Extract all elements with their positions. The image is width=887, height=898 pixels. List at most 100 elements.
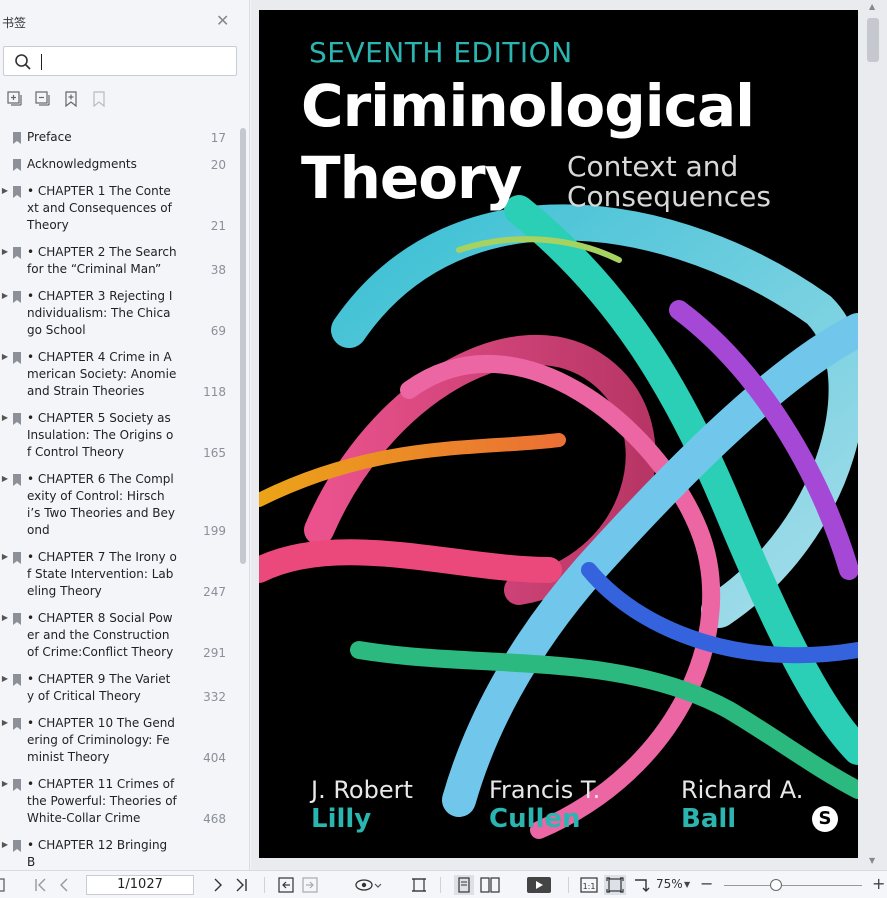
fit-page-icon[interactable] [604, 875, 626, 895]
bookmark-label: • CHAPTER 3 Rejecting Individualism: The… [27, 289, 173, 337]
bookmark-item[interactable]: ▶ • CHAPTER 7 The Irony of State Interve… [0, 544, 236, 605]
bookmark-panel-title: 书签 [2, 16, 27, 30]
bookmark-item[interactable]: Acknowledgments 20 [0, 151, 236, 178]
bookmark-item[interactable]: ▶ • CHAPTER 6 The Complexity of Control:… [0, 466, 236, 544]
page-number-input[interactable]: 1/1027 [86, 875, 194, 895]
status-bar: 1/1027 1:1 75% ▼ − + [0, 870, 887, 898]
bookmark-label: • CHAPTER 8 Social Power and the Constru… [27, 611, 174, 659]
bookmark-label: • CHAPTER 4 Crime in American Society: A… [27, 350, 177, 398]
actual-size-icon[interactable]: 1:1 [580, 876, 598, 894]
last-page-icon[interactable] [234, 876, 248, 894]
bookmark-page: 21 [210, 219, 226, 233]
bookmark-page: 404 [203, 751, 226, 765]
text-caret [41, 54, 42, 70]
bookmark-item[interactable]: ▶ • CHAPTER 8 Social Power and the Const… [0, 605, 236, 666]
bookmark-icon [13, 718, 21, 730]
bookmark-icon [13, 413, 21, 425]
document-view: SEVENTH EDITION Criminological Theory Co… [251, 0, 887, 870]
bookmark-search-box[interactable] [3, 46, 237, 76]
toggle-sidebar-icon[interactable] [0, 876, 6, 894]
next-page-icon[interactable] [212, 876, 224, 894]
author-first-name: J. Robert [311, 776, 413, 804]
bookmark-panel-header: 书签 ✕ [0, 0, 249, 40]
remove-bookmark-icon[interactable] [90, 90, 108, 108]
bookmark-label: • CHAPTER 5 Society as Insulation: The O… [27, 411, 174, 459]
bookmark-item[interactable]: ▶ • CHAPTER 12 Bringing B [0, 832, 236, 870]
bookmark-icon [13, 840, 21, 852]
two-page-icon[interactable] [480, 876, 500, 894]
expand-arrow-icon[interactable]: ▶ [0, 183, 10, 234]
bookmark-page: 20 [210, 158, 226, 172]
play-slideshow-icon[interactable] [526, 876, 552, 894]
bookmark-icon [13, 247, 21, 259]
bookmark-scrollbar[interactable] [240, 128, 246, 564]
expand-arrow-placeholder [0, 129, 10, 146]
expand-arrow-icon[interactable]: ▶ [0, 349, 10, 400]
toolbar-separator [440, 877, 441, 893]
bookmark-icon [13, 613, 21, 625]
collapse-all-icon[interactable] [34, 90, 52, 108]
bookmark-page: 247 [203, 585, 226, 599]
expand-arrow-icon[interactable]: ▶ [0, 549, 10, 600]
zoom-out-icon[interactable]: − [700, 874, 713, 893]
single-page-icon[interactable] [454, 875, 474, 895]
bookmark-label: Preface [27, 130, 72, 144]
expand-arrow-icon[interactable]: ▶ [0, 837, 10, 870]
bookmark-item[interactable]: ▶ • CHAPTER 1 The Context and Consequenc… [0, 178, 236, 239]
bookmark-icon [13, 552, 21, 564]
bookmark-item[interactable]: ▶ • CHAPTER 11 Crimes of the Powerful: T… [0, 771, 236, 832]
back-view-icon[interactable] [278, 876, 294, 894]
bookmark-icon [13, 779, 21, 791]
bookmark-item[interactable]: ▶ • CHAPTER 9 The Variety of Critical Th… [0, 666, 236, 710]
zoom-in-icon[interactable]: + [872, 874, 885, 893]
bookmark-icon [13, 474, 21, 486]
bookmark-item[interactable]: ▶ • CHAPTER 3 Rejecting Individualism: T… [0, 283, 236, 344]
expand-arrow-icon[interactable]: ▶ [0, 776, 10, 827]
zoom-slider-track[interactable] [724, 885, 862, 886]
zoom-slider-knob[interactable] [770, 879, 783, 891]
bookmark-label: • CHAPTER 9 The Variety of Critical Theo… [27, 672, 171, 703]
bookmark-item[interactable]: ▶ • CHAPTER 4 Crime in American Society:… [0, 344, 236, 405]
scroll-down-arrow-icon[interactable]: ▼ [869, 856, 875, 865]
expand-arrow-icon[interactable]: ▶ [0, 410, 10, 461]
bookmark-icon [13, 674, 21, 686]
bookmark-item[interactable]: ▶ • CHAPTER 10 The Gendering of Criminol… [0, 710, 236, 771]
scroll-up-arrow-icon[interactable]: ▲ [869, 2, 875, 11]
add-bookmark-icon[interactable] [62, 90, 80, 108]
author-3: Richard A. Ball [681, 776, 803, 834]
bookmark-icon [13, 186, 21, 198]
author-2: Francis T. Cullen [489, 776, 600, 834]
bookmark-item[interactable]: ▶ • CHAPTER 2 The Search for the “Crimin… [0, 239, 236, 283]
close-icon[interactable]: ✕ [216, 12, 229, 30]
document-scrollbar[interactable] [867, 18, 879, 62]
expand-arrow-icon[interactable]: ▶ [0, 244, 10, 278]
expand-arrow-icon[interactable]: ▶ [0, 715, 10, 766]
bookmark-page: 69 [210, 324, 226, 338]
expand-arrow-icon[interactable]: ▶ [0, 288, 10, 339]
zoom-dropdown-chevron-icon[interactable]: ▼ [684, 880, 690, 898]
author-last-name: Cullen [489, 804, 581, 834]
author-last-name: Ball [681, 804, 737, 834]
bookmark-icon [13, 291, 21, 303]
first-page-icon[interactable] [34, 876, 48, 894]
bookmark-icon [13, 352, 21, 364]
reading-mode-icon[interactable] [354, 876, 384, 894]
forward-view-icon[interactable] [302, 876, 318, 894]
expand-arrow-icon[interactable]: ▶ [0, 671, 10, 705]
bookmark-page: 291 [203, 646, 226, 660]
zoom-level[interactable]: 75% [656, 877, 683, 891]
fit-width-icon[interactable] [410, 876, 428, 894]
bookmark-item[interactable]: ▶ • CHAPTER 5 Society as Insulation: The… [0, 405, 236, 466]
book-subtitle-line1: Context and [567, 150, 739, 183]
bookmark-label: • CHAPTER 2 The Search for the “Criminal… [27, 245, 177, 276]
expand-arrow-icon[interactable]: ▶ [0, 610, 10, 661]
previous-page-icon[interactable] [58, 876, 70, 894]
expand-arrow-icon[interactable]: ▶ [0, 471, 10, 539]
bookmark-page: 332 [203, 690, 226, 704]
expand-all-icon[interactable] [6, 90, 24, 108]
bookmark-page: 17 [210, 131, 226, 145]
search-input[interactable] [40, 52, 230, 72]
bookmark-item[interactable]: Preface 17 [0, 124, 236, 151]
rotate-page-icon[interactable] [632, 876, 650, 894]
bookmark-label: • CHAPTER 7 The Irony of State Intervent… [27, 550, 177, 598]
